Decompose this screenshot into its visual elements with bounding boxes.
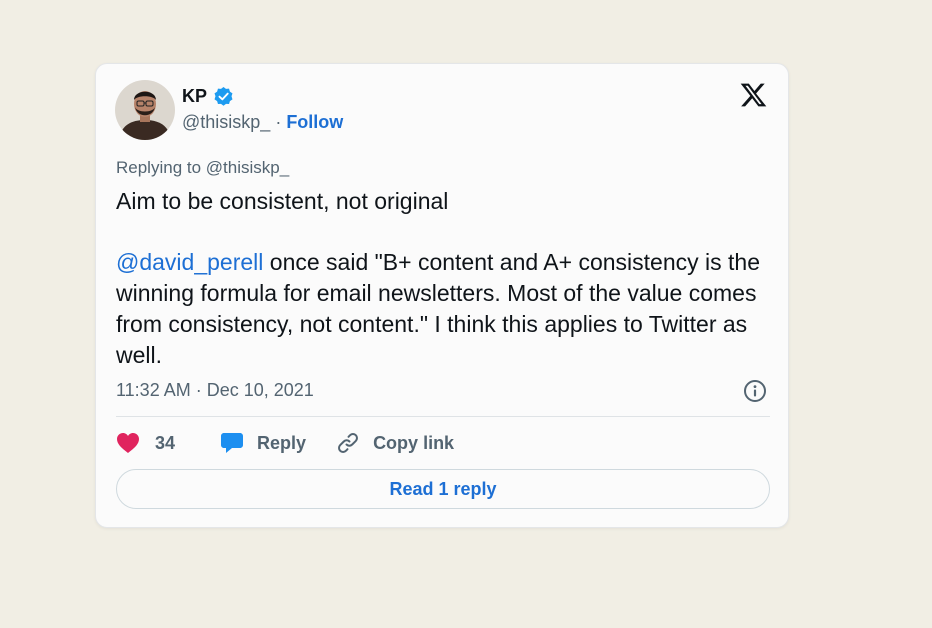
tweet-paragraph: @david_perell once said "B+ content and … bbox=[116, 247, 766, 371]
read-replies-label: Read 1 reply bbox=[389, 478, 497, 499]
link-icon bbox=[338, 433, 359, 453]
author-handle-row: @thisiskp_ · Follow bbox=[182, 112, 343, 133]
heart-icon bbox=[117, 433, 139, 453]
tweet-timestamp[interactable]: 11:32 AM · Dec 10, 2021 bbox=[116, 380, 314, 401]
mention-link[interactable]: @david_perell bbox=[116, 249, 263, 275]
copy-link-button[interactable]: Copy link bbox=[336, 431, 454, 455]
separator-dot: · bbox=[275, 112, 282, 132]
follow-button[interactable]: Follow bbox=[286, 112, 343, 133]
tweet-line-1: Aim to be consistent, not original bbox=[116, 188, 449, 214]
like-count: 34 bbox=[155, 432, 176, 453]
avatar-image bbox=[115, 80, 175, 140]
verified-badge-icon bbox=[214, 86, 233, 106]
avatar[interactable] bbox=[115, 80, 175, 140]
x-logo-icon[interactable] bbox=[739, 81, 768, 109]
speech-bubble-icon bbox=[221, 433, 244, 453]
tweet-text: Aim to be consistent, not original @davi… bbox=[116, 186, 766, 371]
read-replies-button[interactable]: Read 1 reply bbox=[116, 469, 770, 509]
reply-label: Reply bbox=[257, 432, 307, 453]
info-icon[interactable] bbox=[743, 379, 767, 403]
author-name-row: KP bbox=[182, 86, 234, 107]
reply-button[interactable]: Reply bbox=[220, 432, 306, 454]
like-button[interactable]: 34 bbox=[116, 432, 175, 454]
author-name[interactable]: KP bbox=[182, 86, 207, 107]
action-bar: 34 Reply Copy link bbox=[116, 430, 454, 456]
tweet-card: KP @thisiskp_ · Follow Replying to @this… bbox=[95, 63, 789, 528]
author-handle[interactable]: @thisiskp_ bbox=[182, 112, 270, 133]
divider bbox=[116, 416, 770, 417]
replying-to-label: Replying to @thisiskp_ bbox=[116, 158, 290, 177]
copy-link-label: Copy link bbox=[373, 432, 455, 453]
